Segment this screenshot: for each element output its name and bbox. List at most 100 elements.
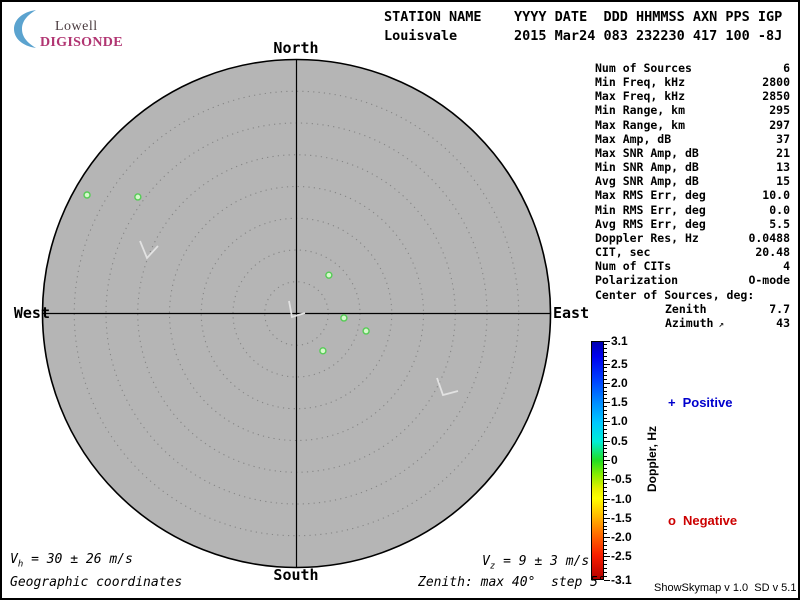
coordinates-note: Geographic coordinates [10, 575, 182, 590]
colorbar-minor-tick [604, 483, 607, 484]
header-block: STATION NAME YYYY DATE DDD HHMMSS AXN PP… [384, 8, 782, 46]
colorbar-tick-label: -2.5 [611, 550, 632, 563]
colorbar-tick-label: 3.1 [611, 335, 628, 348]
colorbar-minor-tick [604, 356, 607, 357]
stat-row: Center of Sources, deg: [593, 288, 790, 302]
stat-label: Avg SNR Amp, dB [593, 174, 699, 188]
stat-row: Avg SNR Amp, dB 15 [593, 174, 790, 188]
source-point [326, 272, 332, 278]
colorbar-major-tick [604, 383, 610, 384]
colorbar-major-tick [604, 441, 610, 442]
stat-label: Zenith [593, 302, 707, 316]
colorbar-major-tick [604, 402, 610, 403]
stat-value: 2800 [762, 75, 790, 89]
source-point [320, 348, 326, 354]
stat-value: O-mode [748, 273, 790, 287]
stat-label: Min Freq, kHz [593, 75, 685, 89]
colorbar-minor-tick [604, 360, 607, 361]
colorbar-minor-tick [604, 344, 607, 345]
colorbar-minor-tick [604, 475, 607, 476]
colorbar-minor-tick [604, 502, 607, 503]
stat-value: 21 [776, 146, 790, 160]
stat-value: 37 [776, 132, 790, 146]
stat-value: 5.5 [769, 217, 790, 231]
stat-value: 4 [783, 259, 790, 273]
source-point [341, 315, 347, 321]
stat-label: Azimuth↗ [593, 316, 724, 332]
colorbar-minor-tick [604, 367, 607, 368]
colorbar-minor-tick [604, 514, 607, 515]
stat-label: Num of Sources [593, 61, 692, 75]
colorbar-major-tick [604, 537, 610, 538]
colorbar-minor-tick [604, 545, 607, 546]
stat-label: Doppler Res, Hz [593, 231, 699, 245]
colorbar-minor-tick [604, 352, 607, 353]
stat-row: Zenith 7.7 [593, 302, 790, 316]
colorbar-minor-tick [604, 468, 607, 469]
colorbar-tick-label: 2.0 [611, 377, 628, 390]
stat-row: Min SNR Amp, dB 13 [593, 160, 790, 174]
colorbar-minor-tick [604, 553, 607, 554]
stat-value: 0.0 [769, 203, 790, 217]
colorbar-minor-tick [604, 529, 607, 530]
colorbar-tick-label: -1.0 [611, 493, 632, 506]
stat-row: Max Freq, kHz2850 [593, 89, 790, 103]
colorbar-minor-tick [604, 472, 607, 473]
source-point [135, 194, 141, 200]
colorbar-gradient [591, 341, 604, 580]
colorbar-major-tick [604, 421, 610, 422]
stat-value: 20.48 [755, 245, 790, 259]
stat-label: Center of Sources, deg: [593, 288, 754, 302]
colorbar-minor-tick [604, 549, 607, 550]
colorbar-minor-tick [604, 348, 607, 349]
version-text: ShowSkymap v 1.0 SD v 5.1 [654, 582, 796, 594]
stat-value: 15 [776, 174, 790, 188]
colorbar-minor-tick [604, 541, 607, 542]
logo-digisonde-text: DIGISONDE [40, 35, 123, 51]
colorbar-minor-tick [604, 445, 607, 446]
legend-positive-label: Positive [683, 395, 733, 410]
stat-row: Min Freq, kHz 2800 [593, 75, 790, 89]
header-station-values: Louisvale 2015 Mar24 083 232230 417 100 … [384, 27, 782, 46]
stat-row: Min Range, km295 [593, 103, 790, 117]
doppler-colorbar: 3.12.52.01.51.00.50-0.5-1.0-1.5-2.0-2.5-… [591, 341, 651, 580]
colorbar-minor-tick [604, 448, 607, 449]
azimuth-arrow-icon: ↗ [718, 320, 723, 330]
stats-table: Num of Sources 6 Min Freq, kHz 2800Max Freq… [593, 61, 790, 332]
stat-value: 7.7 [769, 302, 790, 316]
compass-north-label: North [273, 39, 318, 57]
stat-value: 6 [783, 61, 790, 75]
colorbar-major-tick [604, 499, 610, 500]
legend-negative-label: Negative [683, 513, 737, 528]
colorbar-axis-label: Doppler, Hz [645, 426, 659, 492]
colorbar-minor-tick [604, 506, 607, 507]
colorbar-major-tick [604, 556, 610, 557]
source-point [363, 328, 369, 334]
stat-label: Min Range, km [593, 103, 685, 117]
stat-value: 2850 [762, 89, 790, 103]
compass-south-label: South [273, 566, 318, 584]
stat-row: Num of Sources 6 [593, 61, 790, 75]
stat-row: Doppler Res, Hz0.0488 [593, 231, 790, 245]
stat-value: 13 [776, 160, 790, 174]
legend-negative: oNegative [668, 513, 737, 528]
stat-label: Max Amp, dB [593, 132, 671, 146]
stat-label: Min SNR Amp, dB [593, 160, 699, 174]
stat-row: Max RMS Err, deg10.0 [593, 188, 790, 202]
colorbar-minor-tick [604, 452, 607, 453]
legend-positive: +Positive [668, 395, 732, 410]
stat-value: 10.0 [762, 188, 790, 202]
colorbar-minor-tick [604, 410, 607, 411]
colorbar-major-tick [604, 479, 610, 480]
colorbar-major-tick [604, 364, 610, 365]
stat-value: 297 [769, 118, 790, 132]
zenith-range-note: Zenith: max 40° step 5° [418, 575, 606, 590]
colorbar-minor-tick [604, 379, 607, 380]
colorbar-tick-label: 2.5 [611, 358, 628, 371]
skymap-window: Lowell DIGISONDE STATION NAME YYYY DATE … [0, 0, 800, 600]
stat-row: Num of CITs4 [593, 259, 790, 273]
lowell-digisonde-logo: Lowell DIGISONDE [8, 6, 138, 50]
stat-label: Avg RMS Err, deg [593, 217, 706, 231]
colorbar-minor-tick [604, 568, 607, 569]
colorbar-minor-tick [604, 510, 607, 511]
